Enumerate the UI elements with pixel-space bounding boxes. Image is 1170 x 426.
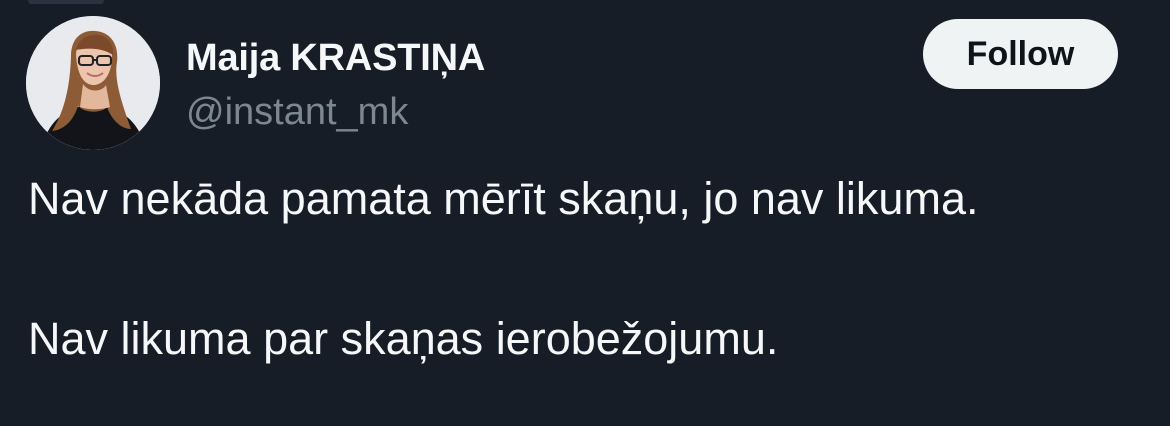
top-divider — [28, 0, 104, 4]
profile-avatar[interactable] — [26, 16, 160, 150]
tweet-card: Maija KRASTIŅA @instant_mk Follow Nav ne… — [0, 0, 1170, 426]
display-name[interactable]: Maija KRASTIŅA — [186, 35, 485, 81]
username-handle[interactable]: @instant_mk — [186, 90, 485, 134]
author-info: Maija KRASTIŅA @instant_mk — [186, 35, 485, 134]
follow-button[interactable]: Follow — [923, 19, 1118, 89]
profile-photo-icon — [26, 16, 160, 150]
tweet-text-line-2: Nav likuma par skaņas ierobežojumu. — [28, 313, 779, 364]
tweet-text-line-1: Nav nekāda pamata mērīt skaņu, jo nav li… — [28, 173, 979, 224]
